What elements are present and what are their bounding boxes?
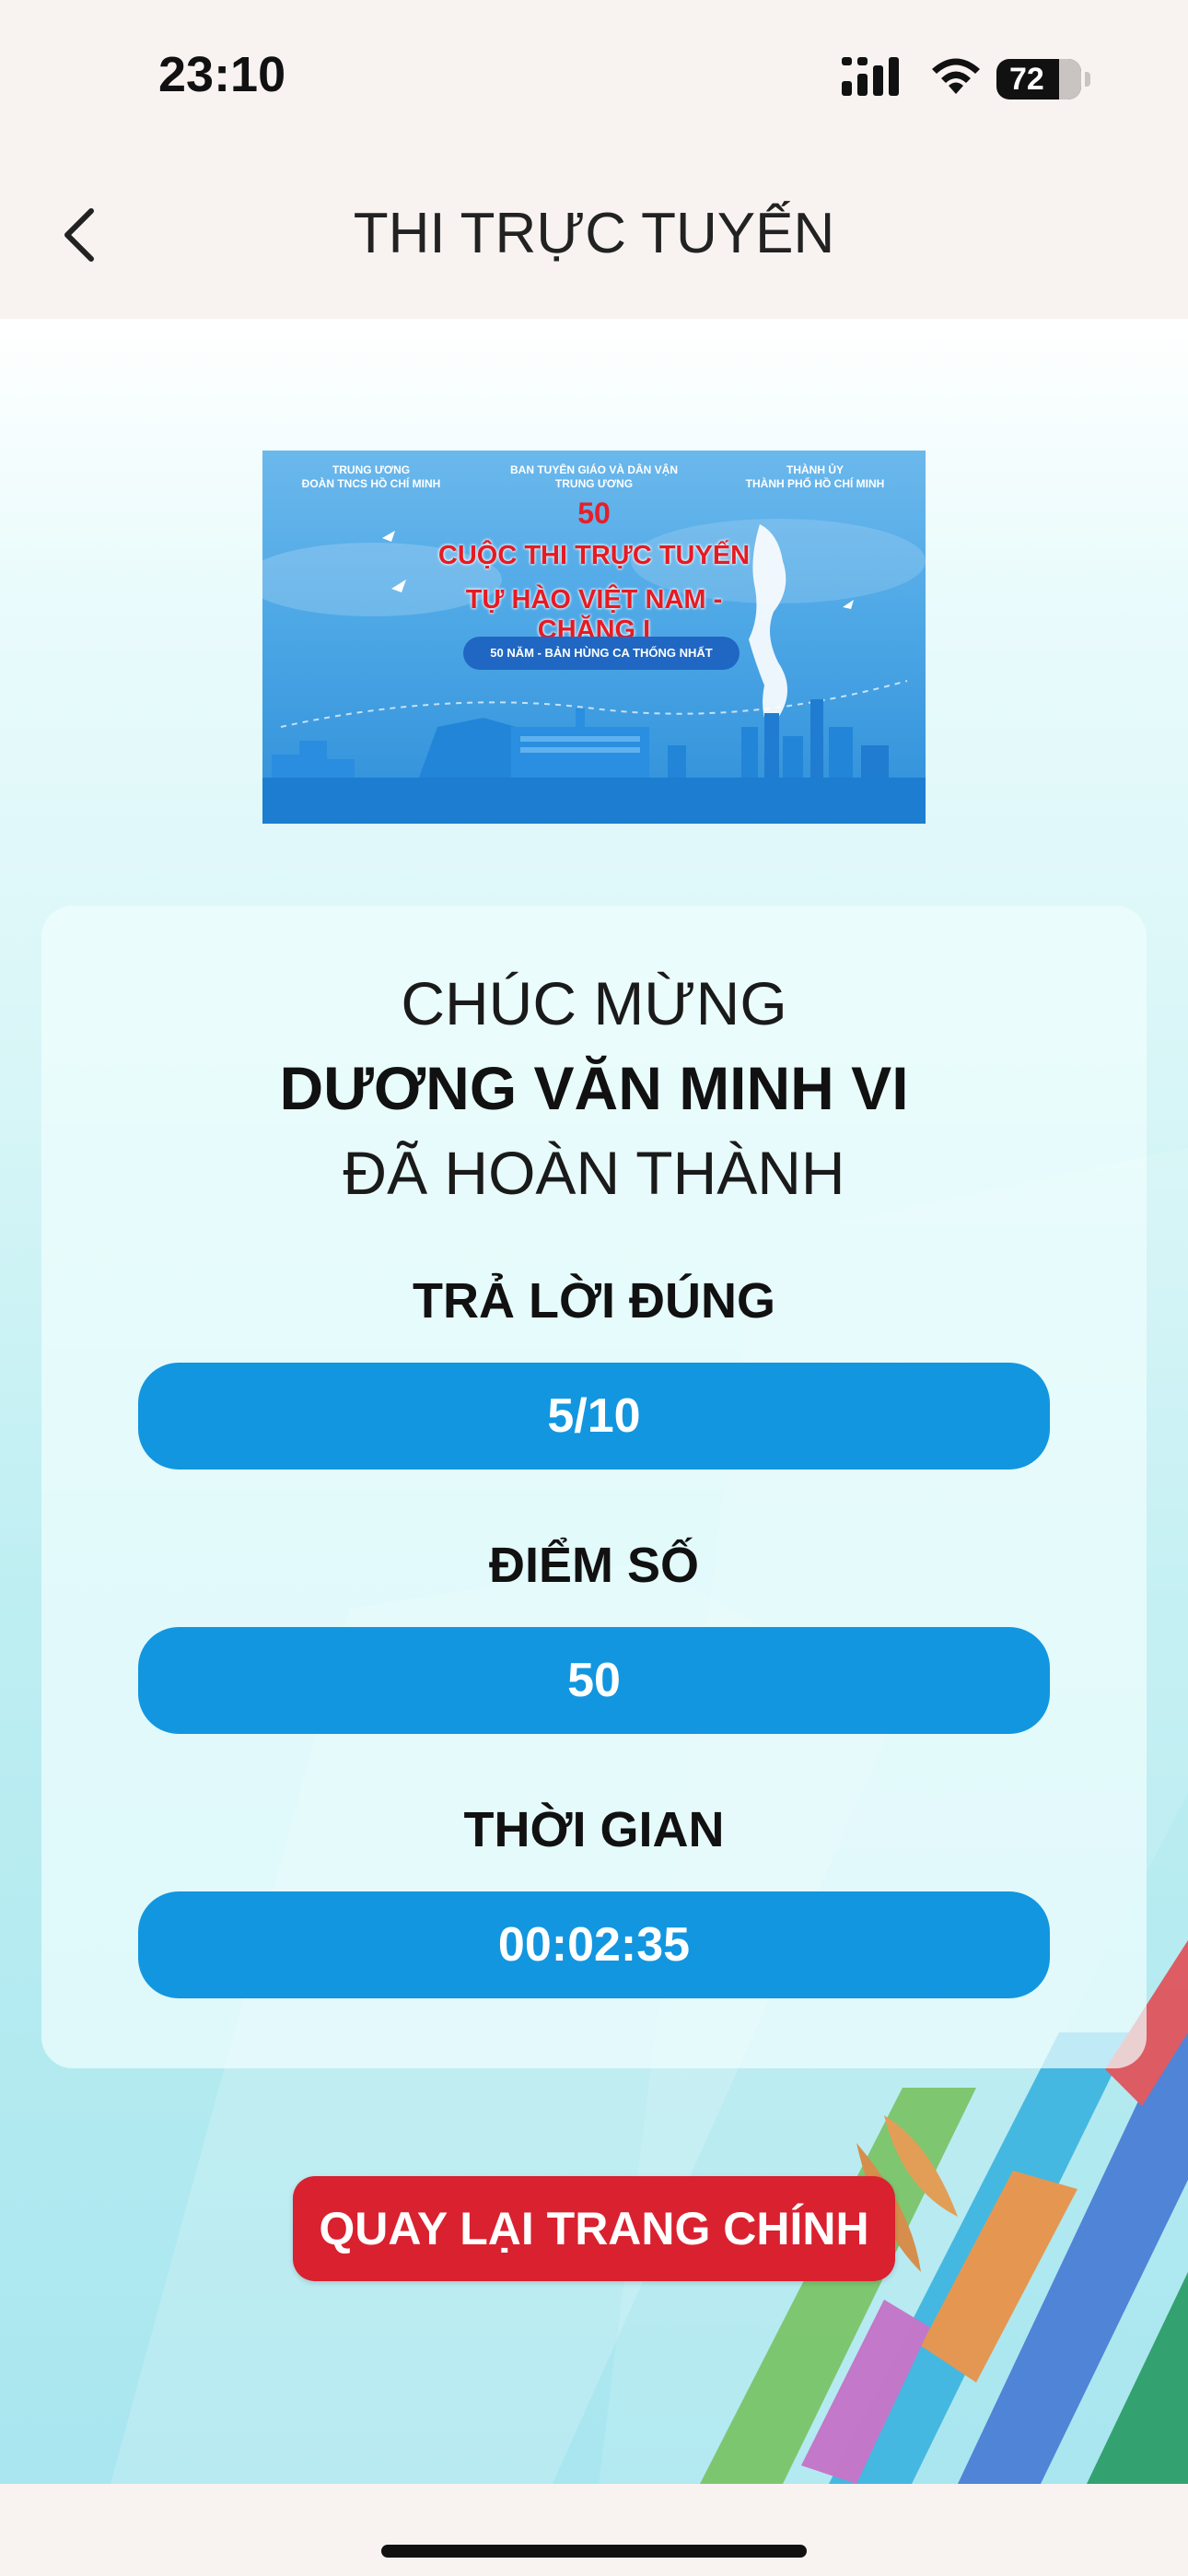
page-title: THI TRỰC TUYẾN [353, 202, 835, 265]
result-card: CHÚC MỪNG DƯƠNG VĂN MINH VI ĐÃ HOÀN THÀN… [41, 906, 1147, 2068]
participant-name: DƯƠNG VĂN MINH VI [279, 1054, 909, 1122]
battery-level: 72 [1009, 61, 1044, 97]
banner-org-center: BAN TUYÊN GIÁO VÀ DÂN VẬN TRUNG ƯƠNG [502, 463, 686, 491]
banner-tagline: 50 NĂM - BẢN HÙNG CA THỐNG NHẤT [463, 637, 740, 670]
congrats-text: CHÚC MỪNG [401, 969, 787, 1037]
correct-answers-label: TRẢ LỜI ĐÚNG [412, 1273, 776, 1329]
banner-title-line1: CUỘC THI TRỰC TUYẾN [437, 541, 751, 570]
banner-org-left-line2: ĐOÀN TNCS HỒ CHÍ MINH [301, 477, 441, 490]
main-content: TRUNG ƯƠNG ĐOÀN TNCS HỒ CHÍ MINH BAN TUY… [0, 319, 1188, 2484]
banner-org-left-line1: TRUNG ƯƠNG [332, 463, 411, 476]
score-label: ĐIỂM SỐ [488, 1538, 700, 1593]
time-value: 00:02:35 [138, 1891, 1050, 1998]
wifi-icon [932, 58, 980, 94]
status-time: 23:10 [158, 47, 286, 102]
time-label: THỜI GIAN [463, 1802, 725, 1857]
correct-answers-value: 5/10 [138, 1363, 1050, 1469]
contest-banner: TRUNG ƯƠNG ĐOÀN TNCS HỒ CHÍ MINH BAN TUY… [262, 451, 926, 824]
nav-bar: THI TRỰC TUYẾN [0, 157, 1188, 319]
battery-icon: 72 [996, 59, 1081, 100]
banner-org-center-line2: TRUNG ƯƠNG [554, 477, 634, 490]
score-value: 50 [138, 1627, 1050, 1734]
banner-org-right-line2: THÀNH PHỐ HỒ CHÍ MINH [745, 477, 885, 490]
status-bar: 23:10 72 [0, 0, 1188, 157]
home-indicator[interactable] [381, 2545, 807, 2558]
banner-org-left: TRUNG ƯƠNG ĐOÀN TNCS HỒ CHÍ MINH [279, 463, 463, 491]
banner-org-right: THÀNH ỦY THÀNH PHỐ HỒ CHÍ MINH [723, 463, 907, 491]
banner-logo: 50 [577, 497, 611, 530]
cellular-signal-icon [842, 57, 899, 96]
completed-text: ĐÃ HOÀN THÀNH [343, 1139, 845, 1207]
banner-org-center-line1: BAN TUYÊN GIÁO VÀ DÂN VẬN [509, 463, 678, 476]
battery-tip [1085, 72, 1090, 87]
back-to-home-button[interactable]: QUAY LẠI TRANG CHÍNH [293, 2176, 895, 2281]
bottom-bar [0, 2484, 1188, 2576]
banner-org-right-line1: THÀNH ỦY [786, 463, 844, 476]
